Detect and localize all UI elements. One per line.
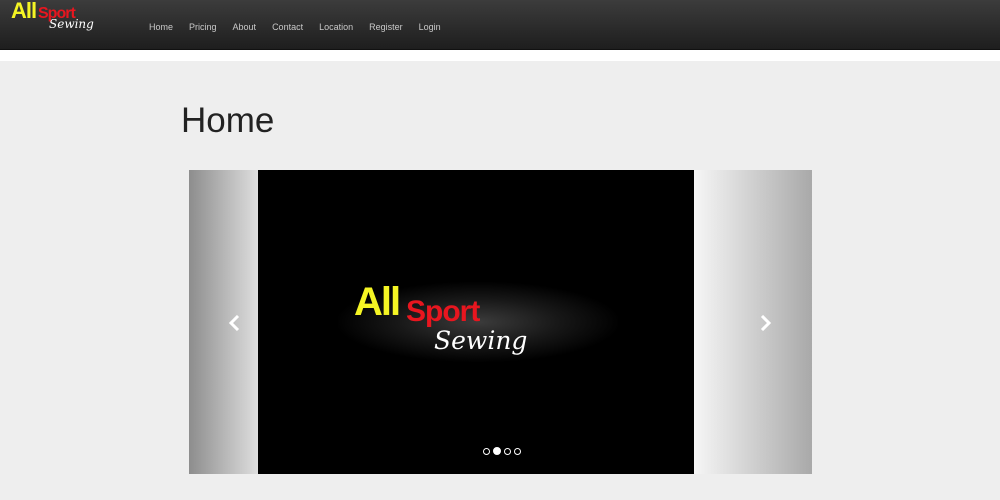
nav-link-contact[interactable]: Contact	[272, 22, 303, 33]
slide-logo-word-sewing: Sewing	[434, 326, 528, 355]
slide-logo: All Sport Sewing	[354, 280, 554, 360]
slide-logo-word-all: All	[354, 280, 401, 324]
carousel-slide: All Sport Sewing	[258, 170, 694, 474]
carousel-indicator-dot[interactable]	[483, 447, 490, 455]
chevron-left-icon	[228, 315, 240, 331]
carousel-indicator-dot[interactable]	[504, 447, 511, 455]
nav-link-register[interactable]: Register	[369, 22, 403, 33]
nav-link-home[interactable]: Home	[149, 22, 173, 33]
carousel-next-button[interactable]	[694, 170, 812, 474]
carousel-indicator-dot[interactable]	[493, 447, 501, 455]
page-title: Home	[181, 101, 275, 140]
brand-word-all: All	[11, 0, 37, 23]
carousel-indicator-dot[interactable]	[514, 447, 521, 455]
nav-link-about[interactable]: About	[233, 22, 257, 33]
nav-link-location[interactable]: Location	[319, 22, 353, 33]
nav-link-pricing[interactable]: Pricing	[189, 22, 217, 33]
carousel-prev-button[interactable]	[189, 170, 258, 474]
nav-menu: Home Pricing About Contact Location Regi…	[149, 22, 457, 33]
brand-logo[interactable]: All Sport Sewing	[9, 0, 99, 38]
nav-link-login[interactable]: Login	[419, 22, 441, 33]
brand-word-sewing: Sewing	[49, 17, 94, 31]
carousel-indicators	[483, 447, 521, 455]
header-divider	[0, 50, 1000, 61]
slide-logo-word-sport: Sport	[406, 295, 480, 328]
navbar: All Sport Sewing Home Pricing About Cont…	[0, 0, 1000, 50]
image-carousel: All Sport Sewing	[189, 170, 812, 474]
chevron-right-icon	[760, 315, 772, 331]
